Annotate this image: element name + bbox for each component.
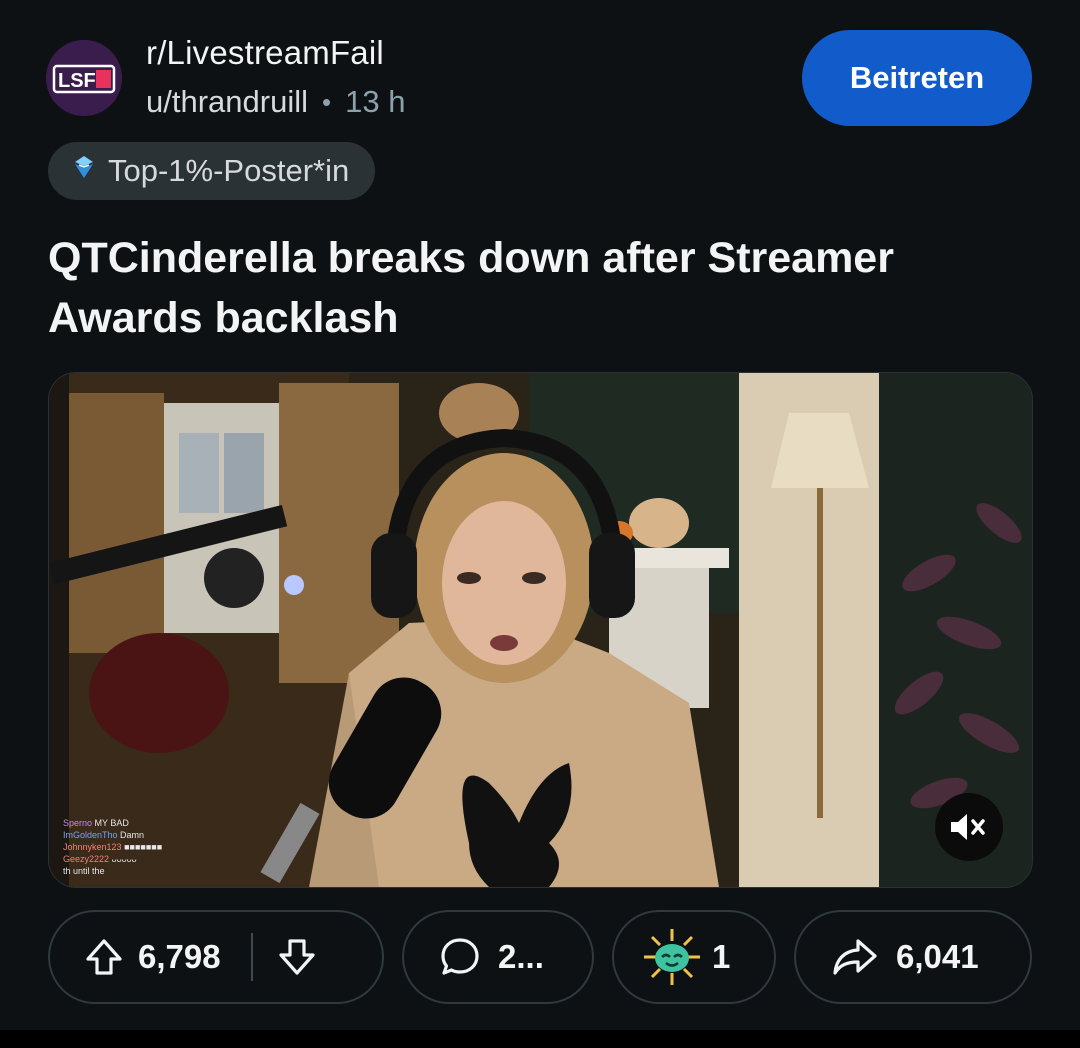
mute-icon xyxy=(951,814,985,840)
comment-count: 2... xyxy=(498,938,544,975)
flair-label: Top-1%-Poster*in xyxy=(108,153,350,188)
system-bottom-bar xyxy=(0,1030,1080,1048)
chat-line: th until the xyxy=(63,866,105,876)
share-icon xyxy=(833,939,877,975)
meta-separator: • xyxy=(321,86,332,117)
chat-line: ImGoldenTho Damn xyxy=(63,830,145,840)
chat-line: Johnnyken123 ■■■■■■■ xyxy=(63,842,163,852)
vote-divider xyxy=(250,933,253,981)
post-title[interactable]: QTCinderella breaks down after Streamer … xyxy=(48,228,1038,348)
chat-line: Geezy2222 ᴗᴗᴗᴗᴗ xyxy=(63,854,137,864)
subreddit-logo-text: LSF xyxy=(58,70,96,92)
mute-toggle-button[interactable] xyxy=(935,793,1003,861)
share-count: 6,041 xyxy=(896,938,979,975)
user-flair: Top-1%-Poster*in xyxy=(48,142,376,200)
downvote-icon xyxy=(278,939,315,975)
post-meta: u/thrandruill • 13 h xyxy=(146,84,405,120)
top-poster-icon xyxy=(70,153,98,189)
comments-button[interactable]: 2... xyxy=(402,910,594,1004)
comment-icon xyxy=(441,938,479,975)
upvote-icon xyxy=(86,939,122,975)
vote-control: 6,798 xyxy=(48,910,384,1004)
stream-chat-overlay: Sperno MY BAD ImGoldenTho Damn Johnnyken… xyxy=(63,817,162,877)
subreddit-logo: LSF xyxy=(46,40,122,116)
post-age: 13 h xyxy=(345,84,406,119)
video-player[interactable]: Sperno MY BAD ImGoldenTho Damn Johnnyken… xyxy=(48,372,1033,888)
share-button[interactable]: 6,041 xyxy=(794,910,1032,1004)
downvote-button[interactable] xyxy=(277,937,317,977)
chat-line: Sperno MY BAD xyxy=(63,818,129,828)
award-icon xyxy=(644,929,700,985)
subreddit-avatar[interactable]: LSF xyxy=(46,40,122,116)
award-button[interactable]: 1 xyxy=(612,910,776,1004)
award-count: 1 xyxy=(712,938,731,975)
video-frame xyxy=(49,373,1032,887)
upvote-button[interactable] xyxy=(84,937,124,977)
vote-score: 6,798 xyxy=(138,938,221,975)
subreddit-name[interactable]: r/LivestreamFail xyxy=(146,34,384,72)
join-button[interactable]: Beitreten xyxy=(802,30,1032,126)
author-name[interactable]: u/thrandruill xyxy=(146,84,308,120)
